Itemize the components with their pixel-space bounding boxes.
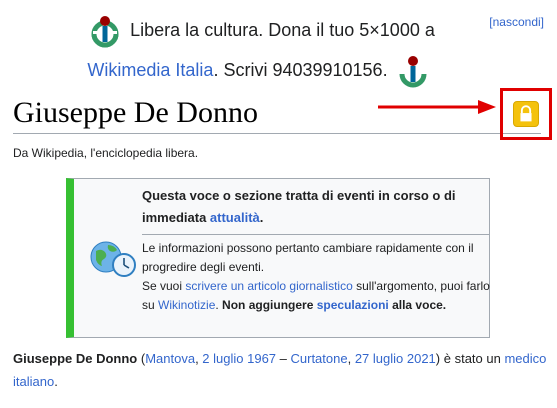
intro-text: ( — [137, 351, 146, 366]
notice-heading-text: Questa voce o sezione tratta di eventi i… — [142, 188, 456, 225]
notice-body-line-2: Se vuoi scrivere un articolo giornalisti… — [142, 277, 490, 315]
hide-banner-link[interactable]: [nascondi] — [489, 15, 544, 29]
current-event-notice: Questa voce o sezione tratta di eventi i… — [66, 178, 490, 338]
notice-heading: Questa voce o sezione tratta di eventi i… — [142, 185, 490, 229]
article-subject: Giuseppe De Donno — [13, 351, 138, 366]
deathplace-link[interactable]: Curtatone — [291, 351, 348, 366]
notice-divider — [142, 234, 490, 235]
banner-text-1: Libera la cultura. Dona il tuo 5×1000 a — [130, 19, 435, 40]
speculazioni-link[interactable]: speculazioni — [317, 298, 389, 312]
annotation-arrow — [378, 100, 496, 114]
notice-body: Le informazioni possono pertanto cambiar… — [142, 239, 490, 315]
tagline: Da Wikipedia, l'enciclopedia libera. — [13, 146, 199, 160]
wikinews-article-link[interactable]: scrivere un articolo giornalistico — [185, 279, 352, 293]
wikimedia-logo-icon — [399, 56, 427, 88]
notice-body-line-1: Le informazioni possono pertanto cambiar… — [142, 241, 474, 274]
donation-banner: Libera la cultura. Dona il tuo 5×1000 a … — [0, 8, 557, 90]
birthplace-link[interactable]: Mantova — [145, 351, 195, 366]
notice-text: Se vuoi — [142, 279, 186, 293]
page-title: Giuseppe De Donno — [13, 96, 258, 129]
intro-text: ) è stato un — [435, 351, 505, 366]
title-divider — [13, 133, 541, 134]
globe-clock-icon — [90, 241, 136, 277]
intro-text: . — [54, 374, 58, 389]
banner-line-2: Wikimedia Italia. Scrivi 94039910156. — [0, 54, 520, 88]
birthdate-link[interactable]: 2 luglio 1967 — [202, 351, 276, 366]
deathdate-link[interactable]: 27 luglio 2021 — [355, 351, 436, 366]
wikimedia-logo-icon — [91, 16, 119, 48]
wikinotizie-link[interactable]: Wikinotizie — [158, 298, 215, 312]
padlock-icon — [520, 105, 532, 122]
wikimedia-italia-link[interactable]: Wikimedia Italia — [87, 60, 213, 80]
notice-warning-text: Non aggiungere — [222, 298, 317, 312]
annotation-box — [500, 88, 552, 140]
intro-text: – — [276, 351, 291, 366]
banner-text-2: . Scrivi 94039910156. — [213, 59, 388, 80]
banner-line-1: Libera la cultura. Dona il tuo 5×1000 a — [0, 14, 520, 48]
notice-warning-text: alla voce. — [388, 298, 447, 312]
notice-content: Questa voce o sezione tratta di eventi i… — [142, 185, 490, 315]
intro-paragraph: Giuseppe De Donno (Mantova, 2 luglio 196… — [13, 351, 547, 389]
notice-heading-end: . — [259, 210, 264, 225]
protection-lock-icon[interactable] — [513, 101, 539, 127]
attualita-link[interactable]: attualità — [210, 210, 260, 225]
